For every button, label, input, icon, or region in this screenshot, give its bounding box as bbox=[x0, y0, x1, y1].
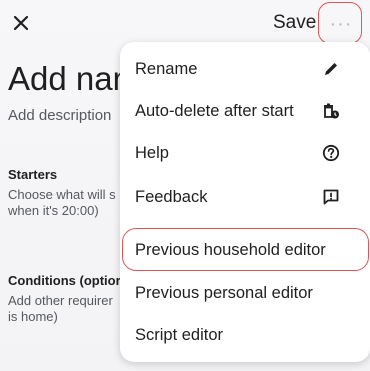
automation-editor-page: Save ··· Add nam Add description Starter… bbox=[0, 0, 370, 371]
menu-item-label: Script editor bbox=[135, 325, 224, 344]
menu-item-label: Previous personal editor bbox=[135, 283, 313, 302]
menu-item-script-editor[interactable]: Script editor bbox=[120, 314, 370, 356]
close-icon bbox=[13, 15, 29, 31]
menu-item-label: Rename bbox=[135, 59, 198, 78]
menu-item-rename[interactable]: Rename bbox=[120, 48, 370, 90]
starters-heading: Starters bbox=[8, 167, 58, 182]
automation-description-field[interactable]: Add description bbox=[8, 107, 111, 124]
menu-item-label: Previous household editor bbox=[135, 240, 326, 259]
more-options-button[interactable]: ··· bbox=[322, 8, 360, 40]
overflow-menu: Rename Auto-delete after start Help Feed… bbox=[120, 42, 370, 362]
conditions-text-line-2: is home) bbox=[8, 309, 58, 324]
starters-text-line-1: Choose what will s bbox=[8, 187, 116, 202]
conditions-text-line-1: Add other requirer bbox=[8, 293, 113, 308]
menu-item-feedback[interactable]: Feedback bbox=[120, 176, 370, 218]
feedback-icon bbox=[321, 187, 341, 207]
menu-item-previous-household-editor[interactable]: Previous household editor bbox=[120, 229, 370, 271]
conditions-heading: Conditions (optior bbox=[8, 273, 121, 288]
close-button[interactable] bbox=[10, 12, 32, 34]
menu-item-help[interactable]: Help bbox=[120, 132, 370, 174]
help-circle-icon bbox=[321, 143, 341, 163]
menu-item-label: Feedback bbox=[135, 187, 208, 206]
menu-item-previous-personal-editor[interactable]: Previous personal editor bbox=[120, 272, 370, 314]
auto-delete-icon bbox=[321, 101, 341, 121]
pencil-icon bbox=[321, 59, 341, 79]
menu-item-label: Auto-delete after start bbox=[135, 101, 294, 120]
save-button[interactable]: Save bbox=[273, 12, 316, 34]
more-horizontal-icon: ··· bbox=[329, 13, 353, 35]
menu-item-label: Help bbox=[135, 143, 169, 162]
menu-item-auto-delete[interactable]: Auto-delete after start bbox=[120, 90, 370, 132]
starters-text-line-2: when it's 20:00) bbox=[8, 203, 99, 218]
